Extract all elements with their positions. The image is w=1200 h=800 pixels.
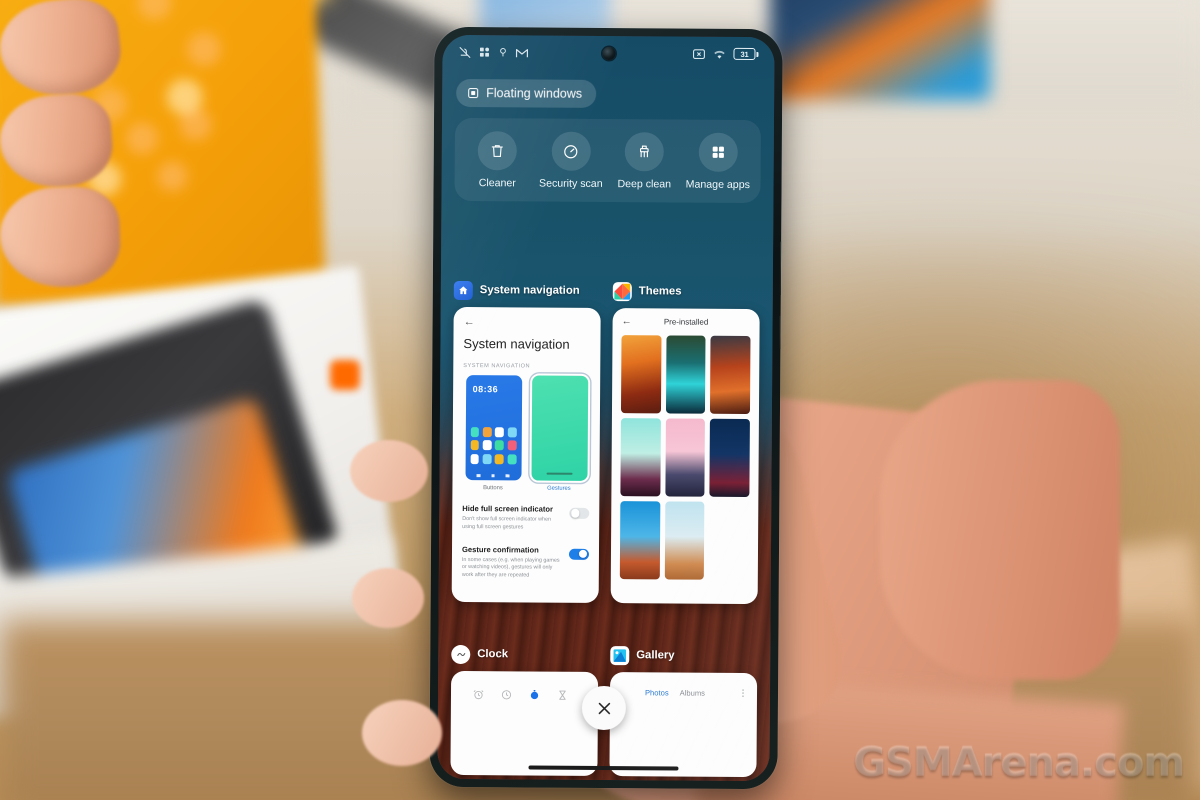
trash-icon [477,131,518,171]
gallery-tabs: Photos Albums ⋮ [619,688,748,698]
gmail-icon [515,48,529,57]
recent-card[interactable]: ← Pre-installed [610,308,760,605]
floating-windows-button[interactable]: Floating windows [456,78,597,108]
thumb-right [880,380,1120,680]
wifi-icon [714,50,725,59]
app-header: Gallery [610,644,757,667]
fingernail [350,440,428,502]
quick-action-label: Deep clean [617,178,672,191]
nav-option-gestures[interactable]: Gestures [530,375,588,492]
setting-title: Gesture confirmation [461,544,539,555]
back-icon[interactable]: ← [622,316,632,327]
clock-tabs [451,687,598,706]
grid-icon [698,132,738,172]
broom-icon [624,132,665,172]
app-name: Themes [638,285,682,298]
clock-icon [451,644,471,664]
wallpaper-thumbnail[interactable] [709,418,750,498]
quick-action-manage-apps[interactable]: Manage apps [684,132,752,192]
buttons-preview: 08:36 [464,375,522,481]
preview-clock: 08:36 [472,384,499,395]
card-title: System navigation [463,336,570,352]
wallpaper-grid [619,335,751,580]
setting-title: Hide full screen indicator [462,503,554,514]
option-caption: Gestures [547,485,571,492]
recent-app-themes[interactable]: Themes ← Pre-installed [610,280,760,605]
app-header: Themes [612,280,760,303]
recent-app-clock[interactable]: Clock [450,643,599,776]
clock-face-icon[interactable] [501,687,512,705]
status-bar: 31 [442,35,774,71]
themes-icon [612,281,632,301]
recent-card[interactable]: Photos Albums ⋮ [609,672,758,778]
recent-app-system-navigation[interactable]: System navigation ← System navigation SY… [451,279,601,603]
battery-indicator: 31 [733,47,759,61]
phone-device: 31 Floating windows Cleaner Security sca… [429,26,783,790]
option-caption: Buttons [483,485,503,492]
phone-screen: 31 Floating windows Cleaner Security sca… [437,34,775,782]
setting-hide-indicator[interactable]: Hide full screen indicator Don't show fu… [462,503,590,533]
alarm-icon[interactable] [473,687,484,705]
recent-card[interactable]: ← System navigation SYSTEM NAVIGATION 08… [451,306,601,603]
navbar-preview [465,473,521,478]
app-name: System navigation [479,283,580,297]
fingernail [352,568,424,628]
wallpaper-thumbnail[interactable] [665,418,706,497]
stopwatch-icon[interactable] [529,687,540,705]
apps-grid-icon [479,47,489,57]
setting-subtitle: In some cases (e.g. when playing games o… [461,556,560,579]
more-options-icon[interactable]: ⋮ [738,688,748,698]
setting-gesture-confirmation[interactable]: Gesture confirmation In some cases (e.g.… [461,544,590,581]
app-name: Clock [477,647,509,661]
fingernail [362,700,442,766]
quick-action-deep-clean[interactable]: Deep clean [610,132,678,191]
floating-windows-label: Floating windows [486,86,583,101]
app-name: Gallery [636,648,675,662]
tab-photos[interactable]: Photos [645,688,669,697]
speedometer-icon [551,131,591,171]
wallpaper-thumbnail[interactable] [620,418,661,497]
close-all-button[interactable] [581,685,627,731]
quick-action-label: Cleaner [478,177,516,190]
silent-mode-icon [459,46,471,58]
toggle-switch[interactable] [568,548,590,560]
close-icon [598,702,610,714]
wallpaper-thumbnail[interactable] [710,335,751,415]
quick-action-security-scan[interactable]: Security scan [537,131,605,191]
quick-action-label: Security scan [538,177,603,190]
nav-option-buttons[interactable]: 08:36 Buttons [464,375,522,492]
quick-action-label: Manage apps [685,178,750,191]
wallpaper-thumbnail[interactable] [620,335,662,414]
app-header: System navigation [453,279,601,302]
section-header: SYSTEM NAVIGATION [463,363,531,370]
settings-home-icon [453,280,473,300]
setting-subtitle: Don't show full screen indicator when us… [462,515,552,531]
battery-level: 31 [733,47,756,61]
timer-icon[interactable] [557,688,568,706]
back-icon[interactable]: ← [464,316,591,329]
recent-app-gallery[interactable]: Gallery Photos Albums ⋮ [609,644,758,778]
wallpaper-thumbnail[interactable] [619,501,661,580]
floating-window-icon [468,88,479,99]
watermark: GSMArena.com [853,740,1185,786]
wallpaper-thumbnail[interactable] [664,501,705,580]
card-title: Pre-installed [663,317,709,327]
app-header: Clock [451,643,598,666]
screenshot-icon [692,48,705,59]
wallpaper-thumbnail[interactable] [665,335,706,414]
location-icon [500,48,506,57]
gallery-icon [610,645,630,665]
recent-card[interactable] [450,670,599,776]
quick-action-cleaner[interactable]: Cleaner [463,131,531,190]
recents-row-top: System navigation ← System navigation SY… [451,279,760,605]
quick-actions-panel: Cleaner Security scan Deep clean Manage … [454,117,762,203]
toggle-switch[interactable] [569,507,590,519]
gestures-preview [530,375,588,481]
tab-albums[interactable]: Albums [680,689,705,698]
